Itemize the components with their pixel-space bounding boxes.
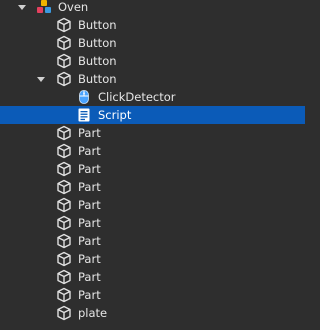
tree-item-oven[interactable]: Oven xyxy=(0,0,305,16)
tree-item-label: Oven xyxy=(58,0,89,14)
chevron-down-icon[interactable] xyxy=(17,0,27,16)
part-icon xyxy=(56,143,72,159)
part-icon xyxy=(56,215,72,231)
part-icon xyxy=(56,197,72,213)
part-icon xyxy=(56,53,72,69)
tree-item-part[interactable]: Part xyxy=(0,196,305,214)
tree-item-label: Part xyxy=(78,198,101,212)
tree-item-part[interactable]: Part xyxy=(0,214,305,232)
part-icon xyxy=(56,179,72,195)
tree-item-plate[interactable]: plate xyxy=(0,304,305,322)
explorer-panel: Oven Button Button Button Button ClickDe… xyxy=(0,0,305,330)
chevron-down-icon[interactable] xyxy=(36,70,46,88)
tree-item-clickdetector[interactable]: ClickDetector xyxy=(0,88,305,106)
part-icon xyxy=(56,251,72,267)
tree-item-part[interactable]: Part xyxy=(0,124,305,142)
tree-item-label: Part xyxy=(78,234,101,248)
tree-item-label: Part xyxy=(78,288,101,302)
script-icon xyxy=(76,107,92,123)
tree-item-label: Part xyxy=(78,270,101,284)
part-icon xyxy=(56,269,72,285)
tree-item-label: Button xyxy=(78,54,117,68)
tree-item-label: Part xyxy=(78,252,101,266)
tree-item-label: Part xyxy=(78,180,101,194)
explorer-tree: Oven Button Button Button Button ClickDe… xyxy=(0,0,305,322)
tree-item-button[interactable]: Button xyxy=(0,70,305,88)
click-detector-icon xyxy=(76,89,92,105)
tree-item-part[interactable]: Part xyxy=(0,232,305,250)
tree-item-part[interactable]: Part xyxy=(0,250,305,268)
part-icon xyxy=(56,161,72,177)
part-icon xyxy=(56,287,72,303)
tree-item-label: Part xyxy=(78,216,101,230)
part-icon xyxy=(56,125,72,141)
tree-item-label: Part xyxy=(78,144,101,158)
part-icon xyxy=(56,17,72,33)
tree-item-part[interactable]: Part xyxy=(0,178,305,196)
tree-item-script[interactable]: Script xyxy=(0,106,305,124)
tree-item-part[interactable]: Part xyxy=(0,160,305,178)
tree-item-label: Part xyxy=(78,162,101,176)
tree-item-label: ClickDetector xyxy=(98,90,176,104)
tree-item-part[interactable]: Part xyxy=(0,286,305,304)
tree-item-part[interactable]: Part xyxy=(0,142,305,160)
model-icon xyxy=(36,0,52,15)
part-icon xyxy=(56,305,72,321)
tree-item-label: Script xyxy=(98,108,132,122)
tree-item-part[interactable]: Part xyxy=(0,268,305,286)
part-icon xyxy=(56,35,72,51)
tree-item-label: Button xyxy=(78,36,117,50)
tree-item-button[interactable]: Button xyxy=(0,34,305,52)
tree-item-label: Button xyxy=(78,18,117,32)
part-icon xyxy=(56,233,72,249)
tree-item-label: Part xyxy=(78,126,101,140)
tree-item-button[interactable]: Button xyxy=(0,16,305,34)
part-icon xyxy=(56,71,72,87)
tree-item-label: plate xyxy=(78,306,108,320)
tree-item-label: Button xyxy=(78,72,117,86)
tree-item-button[interactable]: Button xyxy=(0,52,305,70)
